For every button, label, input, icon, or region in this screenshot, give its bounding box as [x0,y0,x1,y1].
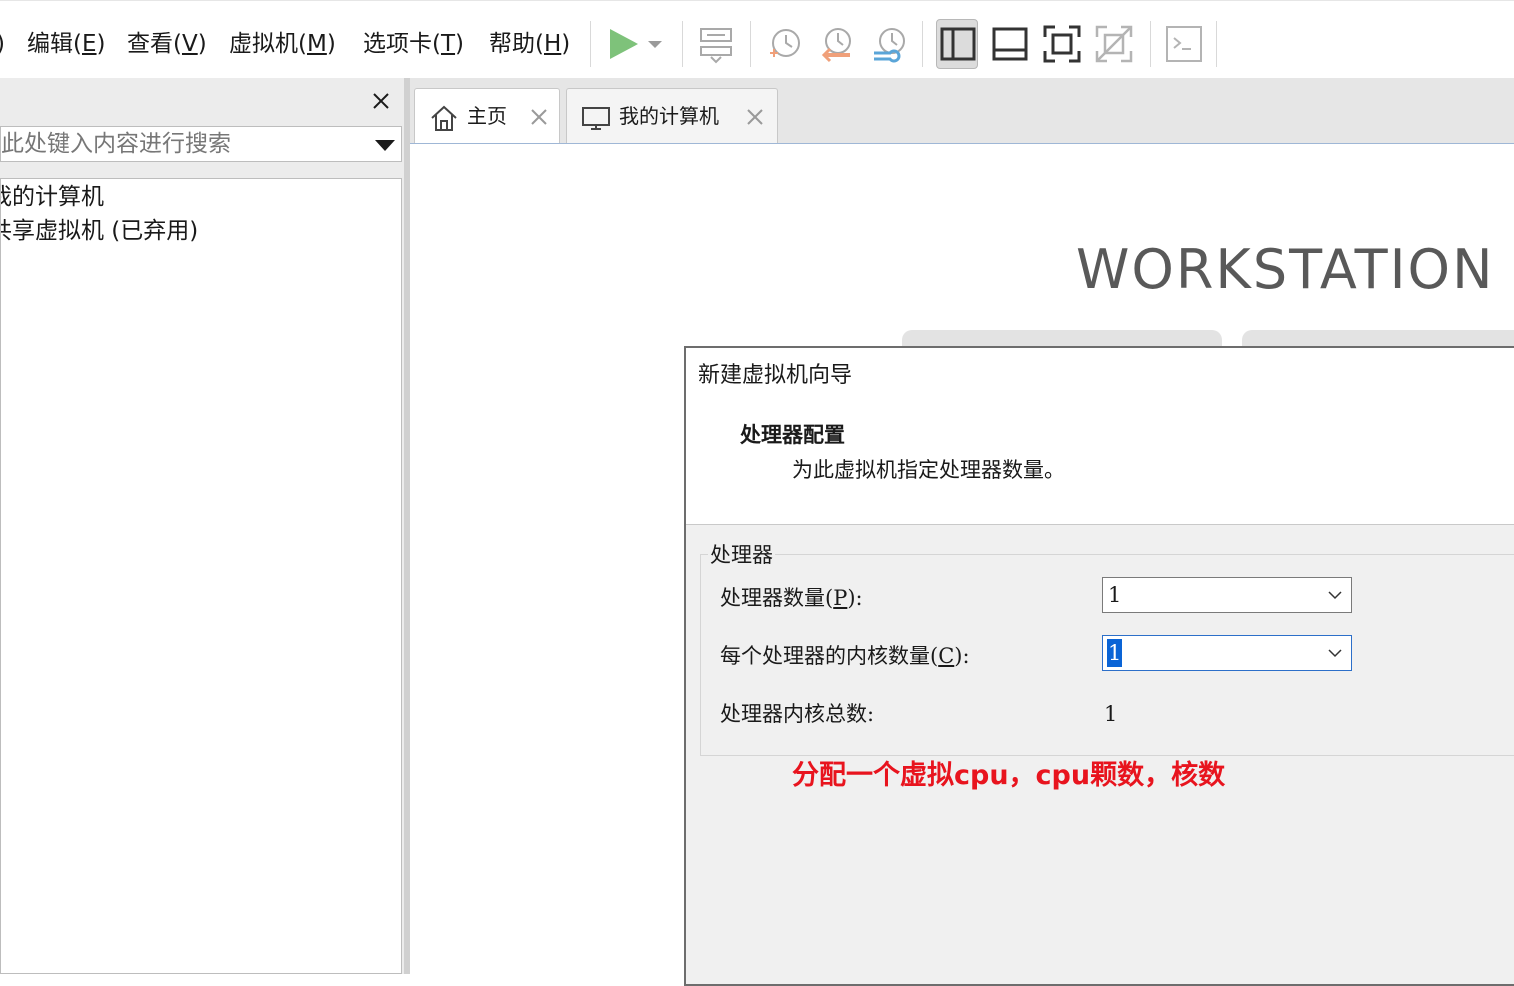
fullscreen-icon[interactable] [1041,23,1083,65]
tab-my-computer[interactable]: 我的计算机 [566,88,778,144]
label-accelerator: P [833,586,848,610]
library-layout-icon[interactable] [937,23,979,65]
menu-suffix: ) [326,31,336,57]
select-value: 1 [1108,583,1122,607]
label-text: 处理器数量( [720,586,834,610]
new-vm-wizard-dialog: 新建虚拟机向导 处理器配置 为此虚拟机指定处理器数量。 处理器 处理器数量(P)… [684,346,1514,986]
menu-suffix: ) [96,31,106,57]
menu-item-tabs[interactable]: 选项卡(T) [363,29,464,59]
annotation-text: 分配一个虚拟cpu，cpu颗数，核数 [792,760,1226,791]
menu-accelerator: V [181,31,198,57]
toolbar-separator [682,21,683,67]
menu-label: 虚拟机( [229,31,307,57]
chevron-down-icon[interactable] [375,140,395,151]
toolbar-separator [590,21,591,67]
unity-icon[interactable] [1093,23,1135,65]
library-search-input[interactable]: 此处键入内容进行搜索 [0,126,402,162]
menu-accelerator: T [440,31,456,57]
menu-label: 选项卡( [363,31,441,57]
menu-item-edit[interactable]: 编辑(E) [27,29,106,59]
processor-count-label: 处理器数量(P): [720,584,863,612]
console-icon[interactable] [1163,23,1205,65]
total-cores-value: 1 [1104,702,1118,726]
label-accelerator: C [938,644,955,668]
dialog-header: 新建虚拟机向导 处理器配置 为此虚拟机指定处理器数量。 [686,348,1514,525]
menu-suffix: ) [197,31,207,57]
menu-suffix: ) [455,31,465,57]
play-dropdown-icon[interactable] [642,23,668,65]
toolbar-separator [1216,21,1217,67]
menu-accelerator: M [306,31,327,57]
dialog-title: 新建虚拟机向导 [698,363,853,388]
page-heading: 处理器配置 [740,422,845,447]
processor-count-select[interactable]: 1 [1102,577,1352,613]
tree-item-my-computer[interactable]: 我的计算机 [1,182,104,212]
chevron-down-icon[interactable] [1327,589,1343,601]
toolbar-separator [750,21,751,67]
home-icon [429,103,459,133]
menu-label: 编辑( [27,31,82,57]
thumbnail-layout-icon[interactable] [989,23,1031,65]
label-suffix: ): [954,644,970,668]
close-icon[interactable] [529,107,549,127]
cores-per-processor-select[interactable]: 1 [1102,635,1352,671]
snapshot-take-icon[interactable] [764,23,806,65]
close-icon[interactable] [745,107,765,127]
select-value: 1 [1107,639,1123,667]
menu-item-help[interactable]: 帮助(H) [489,29,570,59]
tab-strip: 主页 我的计算机 [410,78,1514,144]
tab-label: 我的计算机 [619,104,719,128]
search-placeholder: 此处键入内容进行搜索 [1,131,231,157]
tree-item-shared-vms[interactable]: 共享虚拟机 (已弃用) [1,216,198,246]
toolbar-separator [1150,21,1151,67]
label-suffix: ): [847,586,863,610]
snapshot-revert-icon[interactable] [816,23,858,65]
label-text: 每个处理器的内核数量( [720,644,939,668]
menu-item-partial[interactable]: ) [0,29,5,59]
menu-accelerator: H [543,31,562,57]
library-tree: 我的计算机 共享虚拟机 (已弃用) [0,178,402,974]
group-label: 处理器 [708,541,775,569]
menu-suffix: ) [561,31,571,57]
send-keys-icon[interactable] [695,23,737,65]
library-panel: 此处键入内容进行搜索 我的计算机 共享虚拟机 (已弃用) [0,78,404,974]
brand-logo-text: WORKSTATION [1076,238,1495,301]
toolbar-separator [922,21,923,67]
play-icon[interactable] [604,23,646,65]
snapshot-manager-icon[interactable] [868,23,910,65]
total-cores-label: 处理器内核总数: [720,702,875,726]
monitor-icon [581,103,611,133]
menu-accelerator: E [81,31,97,57]
menu-label: 查看( [127,31,182,57]
chevron-down-icon[interactable] [1327,647,1343,659]
close-icon[interactable] [370,90,392,112]
tab-label: 主页 [467,104,507,128]
menu-label: 帮助( [489,31,544,57]
menubar-toolbar: ) 编辑(E) 查看(V) 虚拟机(M) 选项卡(T) 帮助(H) [0,0,1514,78]
cores-per-processor-label: 每个处理器的内核数量(C): [720,642,970,670]
menu-item-view[interactable]: 查看(V) [127,29,207,59]
page-description: 为此虚拟机指定处理器数量。 [792,458,1065,482]
tab-home[interactable]: 主页 [414,88,560,144]
menu-item-vm[interactable]: 虚拟机(M) [229,29,336,59]
